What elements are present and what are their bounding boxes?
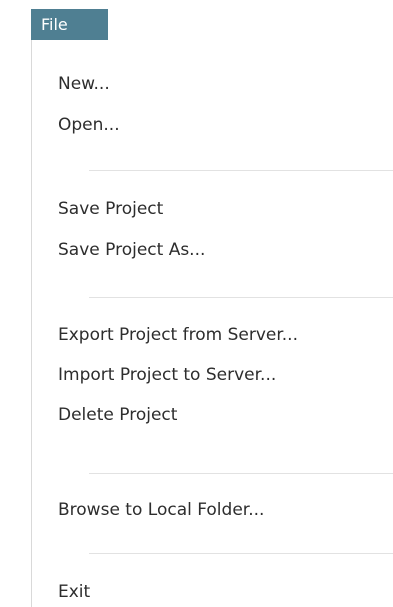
menu-bar: File bbox=[0, 0, 393, 40]
menu-item-import-project[interactable]: Import Project to Server... bbox=[58, 360, 388, 390]
menu-item-save-project-as[interactable]: Save Project As... bbox=[58, 235, 388, 265]
menu-item-new[interactable]: New... bbox=[58, 69, 388, 99]
menu-item-delete-project[interactable]: Delete Project bbox=[58, 400, 388, 430]
menu-item-browse-local-folder[interactable]: Browse to Local Folder... bbox=[58, 495, 388, 525]
menu-item-exit[interactable]: Exit bbox=[58, 577, 388, 607]
menu-item-export-project[interactable]: Export Project from Server... bbox=[58, 320, 388, 350]
file-dropdown-menu: New... Open... Save Project Save Project… bbox=[31, 40, 393, 607]
file-menu-title[interactable]: File bbox=[31, 9, 108, 40]
menu-separator bbox=[89, 170, 393, 171]
menu-separator bbox=[89, 553, 393, 554]
menu-separator bbox=[89, 297, 393, 298]
menu-separator bbox=[89, 473, 393, 474]
file-menu-screen: File New... Open... Save Project Save Pr… bbox=[0, 0, 393, 607]
menu-item-save-project[interactable]: Save Project bbox=[58, 194, 388, 224]
menu-item-open[interactable]: Open... bbox=[58, 110, 388, 140]
